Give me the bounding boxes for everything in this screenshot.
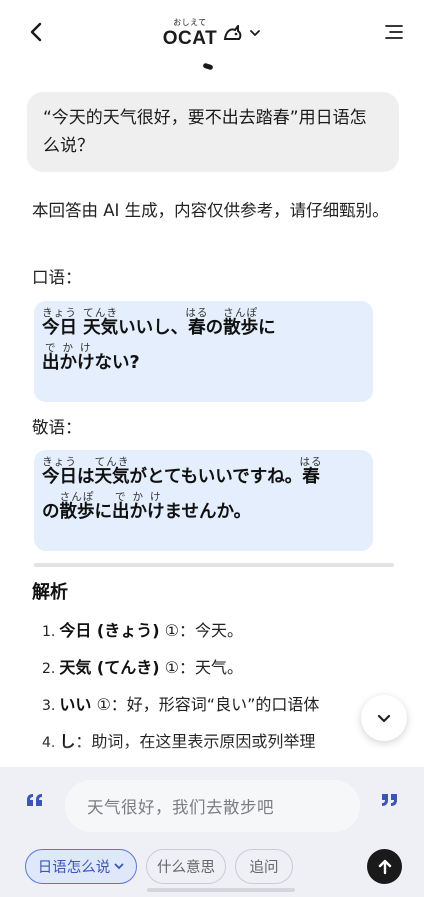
analysis-item-term: いい (59, 695, 92, 714)
section-divider (34, 563, 394, 567)
chevron-down-icon (250, 30, 261, 37)
furigana-word: 今日きょう (42, 307, 77, 338)
polite-sentence-box: 今日きょうは天気てんきがとてもいいですね。春はる の散歩さんぽに出でかかけけませ… (34, 450, 373, 551)
sentence-text: ませんか。 (164, 502, 252, 522)
scroll-to-bottom-button[interactable] (361, 695, 407, 741)
brand-switcher[interactable]: おしえて OCAT (162, 17, 261, 49)
furigana-word: 散歩さんぽ (59, 491, 95, 522)
colloquial-label: 口语： (32, 268, 82, 287)
furigana-word: 散歩さんぽ (223, 307, 259, 338)
home-indicator (147, 888, 295, 892)
furigana-word: けけ (77, 342, 95, 373)
ai-disclaimer: 本回答由 AI 生成，内容仅供参考，请仔细甄别。 (32, 201, 389, 220)
analysis-item-desc: ①：好，形容词“良い”的口语体 (91, 695, 320, 714)
analysis-item: 3. いい ①：好，形容词“良い”的口语体 (42, 687, 382, 724)
cat-icon (224, 25, 242, 40)
top-bar: おしえて OCAT (0, 0, 424, 62)
send-button[interactable] (367, 849, 402, 884)
furigana-word: 今日きょう (42, 456, 77, 487)
furigana-word: 春はる (299, 456, 323, 487)
sentence-text: は (77, 467, 95, 487)
furigana-word: かか (129, 491, 148, 522)
chip-follow-up[interactable]: 追问 (235, 849, 293, 884)
chevron-down-icon (377, 714, 391, 722)
furigana-word: 天気てんき (94, 456, 130, 487)
chip-label: 日语怎么说 (37, 860, 111, 876)
chevron-left-icon (30, 22, 42, 42)
sentence-text: に (94, 502, 113, 522)
furigana-word: 春はる (185, 307, 209, 338)
sentence-text: いいし、 (118, 318, 189, 338)
analysis-item-number: 2. (42, 661, 56, 677)
analysis-item-term: 今日 (きょう) (59, 621, 160, 640)
colloquial-sentence-box: 今日きょう 天気てんきいいし、春はるの散歩さんぽに 出でかかけけない? (34, 301, 373, 402)
analysis-item-desc: ①：天气。 (159, 658, 243, 677)
furigana-word: けけ (147, 491, 165, 522)
analysis-title: 解析 (32, 582, 68, 603)
user-message-bubble: “今天的天气很好，要不出去踏春”用日语怎么说？ (27, 92, 399, 172)
brand-logo: おしえて OCAT (162, 17, 218, 49)
polite-line-1: 今日きょうは天気てんきがとてもいいですね。春はる (42, 456, 363, 491)
chip-what-does-it-mean[interactable]: 什么意思 (146, 849, 226, 884)
brand-ruby: おしえて (173, 17, 207, 27)
analysis-item-desc: ①：今天。 (159, 621, 243, 640)
sentence-text: がとてもいいですね。 (129, 467, 303, 487)
analysis-item-term: 天気 (てんき) (59, 658, 160, 677)
sentence-text: の (42, 502, 60, 522)
colloquial-line-1: 今日きょう 天気てんきいいし、春はるの散歩さんぽに (42, 307, 363, 342)
menu-icon (385, 25, 403, 39)
chip-how-to-say-in-japanese[interactable]: 日语怎么说 (25, 849, 137, 884)
furigana-word: かか (59, 342, 78, 373)
analysis-item-number: 1. (42, 624, 56, 640)
colloquial-line-2: 出でかかけけない? (42, 342, 363, 377)
back-button[interactable] (22, 18, 50, 46)
furigana-word: 出で (42, 342, 60, 373)
sentence-text: に (258, 318, 276, 338)
quote-close-icon (380, 792, 398, 811)
analysis-item: 1. 今日 (きょう) ①：今天。 (42, 613, 382, 650)
polite-line-2: の散歩さんぽに出でかかけけませんか。 (42, 491, 363, 526)
quote-open-icon (26, 792, 44, 811)
brand-name: OCAT (162, 27, 218, 49)
menu-button[interactable] (380, 18, 408, 46)
suggested-reply[interactable]: 天气很好，我们去散步吧 (65, 780, 360, 832)
furigana-word: 出で (112, 491, 130, 522)
sentence-text: の (205, 318, 224, 338)
polite-label: 敬语： (32, 418, 82, 437)
analysis-item: 2. 天気 (てんき) ①：天气。 (42, 650, 382, 687)
chevron-down-icon (114, 863, 124, 870)
sentence-text: ない? (94, 353, 140, 373)
scroll-indicator (202, 62, 214, 71)
analysis-item-number: 3. (42, 698, 56, 714)
arrow-up-icon (378, 859, 391, 874)
furigana-word: 天気てんき (83, 307, 119, 338)
